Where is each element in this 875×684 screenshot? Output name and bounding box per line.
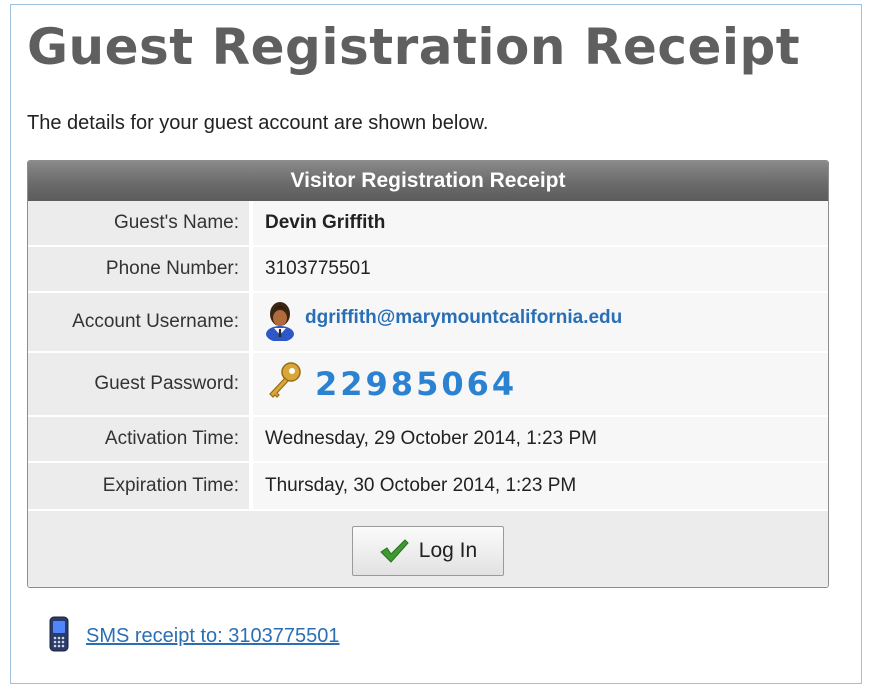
phone-number-label: Phone Number: <box>28 247 253 291</box>
guest-password-label: Guest Password: <box>28 353 253 415</box>
receipt-actions: Log In <box>28 511 828 587</box>
log-in-button-label: Log In <box>418 539 478 562</box>
sms-receipt: SMS receipt to: 3103775501 <box>48 616 340 657</box>
log-in-button[interactable]: Log In <box>352 526 504 576</box>
activation-time-value: Wednesday, 29 October 2014, 1:23 PM <box>253 417 828 461</box>
user-avatar-icon <box>265 297 295 347</box>
account-username-label: Account Username: <box>28 293 253 351</box>
sms-receipt-link[interactable]: SMS receipt to: 3103775501 <box>86 625 340 648</box>
receipt-header: Visitor Registration Receipt <box>28 161 828 201</box>
expiration-time-value: Thursday, 30 October 2014, 1:23 PM <box>253 463 828 509</box>
row-guest-password: Guest Password: 22985064 <box>28 353 828 417</box>
row-activation-time: Activation Time: Wednesday, 29 October 2… <box>28 417 828 463</box>
account-username-cell: dgriffith@marymountcalifornia.edu <box>253 293 828 351</box>
guest-password-value: 22985064 <box>315 365 518 403</box>
row-phone-number: Phone Number: 3103775501 <box>28 247 828 293</box>
account-username-value: dgriffith@marymountcalifornia.edu <box>305 307 623 328</box>
row-expiration-time: Expiration Time: Thursday, 30 October 20… <box>28 463 828 511</box>
phone-number-value: 3103775501 <box>253 247 828 291</box>
checkmark-icon <box>380 539 409 563</box>
key-icon <box>265 361 301 407</box>
intro-text: The details for your guest account are s… <box>27 112 489 134</box>
activation-time-label: Activation Time: <box>28 417 253 461</box>
expiration-time-label: Expiration Time: <box>28 463 253 509</box>
row-guest-name: Guest's Name: Devin Griffith <box>28 201 828 247</box>
page-title: Guest Registration Receipt <box>27 18 801 76</box>
receipt-panel: Visitor Registration Receipt Guest's Nam… <box>27 160 829 588</box>
guest-name-value: Devin Griffith <box>253 201 828 245</box>
mobile-phone-icon <box>48 616 70 657</box>
guest-password-cell: 22985064 <box>253 353 828 415</box>
guest-name-label: Guest's Name: <box>28 201 253 245</box>
row-account-username: Account Username: dgriffith@marymountcal… <box>28 293 828 353</box>
